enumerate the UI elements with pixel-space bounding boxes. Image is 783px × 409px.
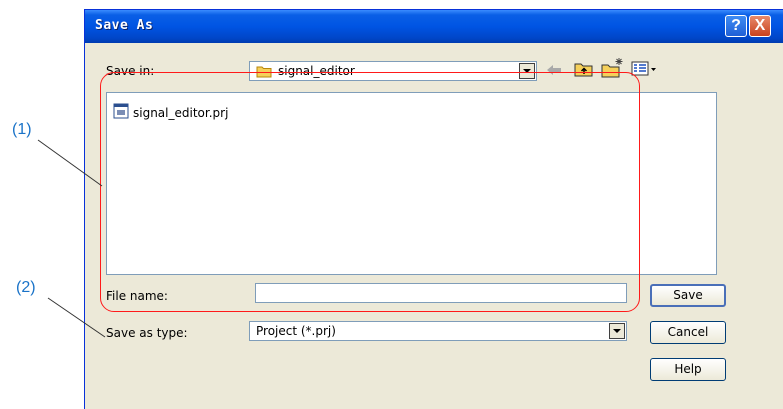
save-in-combo[interactable]: signal_editor [249, 61, 537, 81]
new-folder-icon[interactable] [601, 57, 625, 82]
title-bar[interactable]: Save As ? X [85, 10, 783, 43]
title-help-button[interactable]: ? [725, 15, 747, 37]
callout-1: (1) [12, 121, 32, 138]
file-item[interactable]: signal_editor.prj [113, 103, 228, 122]
save-as-type-label: Save as type: [106, 326, 188, 340]
back-arrow-icon[interactable] [545, 62, 563, 81]
save-as-dialog: Save As ? X Save in: signal_editor signa… [84, 9, 783, 409]
cancel-button[interactable]: Cancel [650, 321, 726, 344]
project-file-icon [113, 103, 129, 122]
save-in-label: Save in: [106, 64, 155, 78]
file-name-input[interactable] [255, 283, 627, 303]
view-menu-icon[interactable] [631, 60, 657, 81]
save-in-value: signal_editor [278, 64, 355, 78]
callout-2: (2) [16, 279, 36, 296]
folder-icon [256, 65, 272, 81]
save-button[interactable]: Save [650, 284, 726, 307]
file-name-label: signal_editor.prj [133, 105, 229, 120]
dialog-title: Save As [95, 18, 154, 33]
save-as-type-value: Project (*.prj) [256, 324, 336, 338]
file-list[interactable]: signal_editor.prj [106, 92, 717, 275]
help-button[interactable]: Help [650, 358, 726, 381]
save-as-type-dropdown-button[interactable] [609, 323, 625, 339]
close-button[interactable]: X [749, 15, 771, 37]
up-folder-icon[interactable] [574, 60, 594, 81]
save-as-type-combo[interactable]: Project (*.prj) [249, 321, 627, 341]
save-in-dropdown-button[interactable] [519, 63, 535, 79]
file-name-label: File name: [106, 289, 168, 303]
